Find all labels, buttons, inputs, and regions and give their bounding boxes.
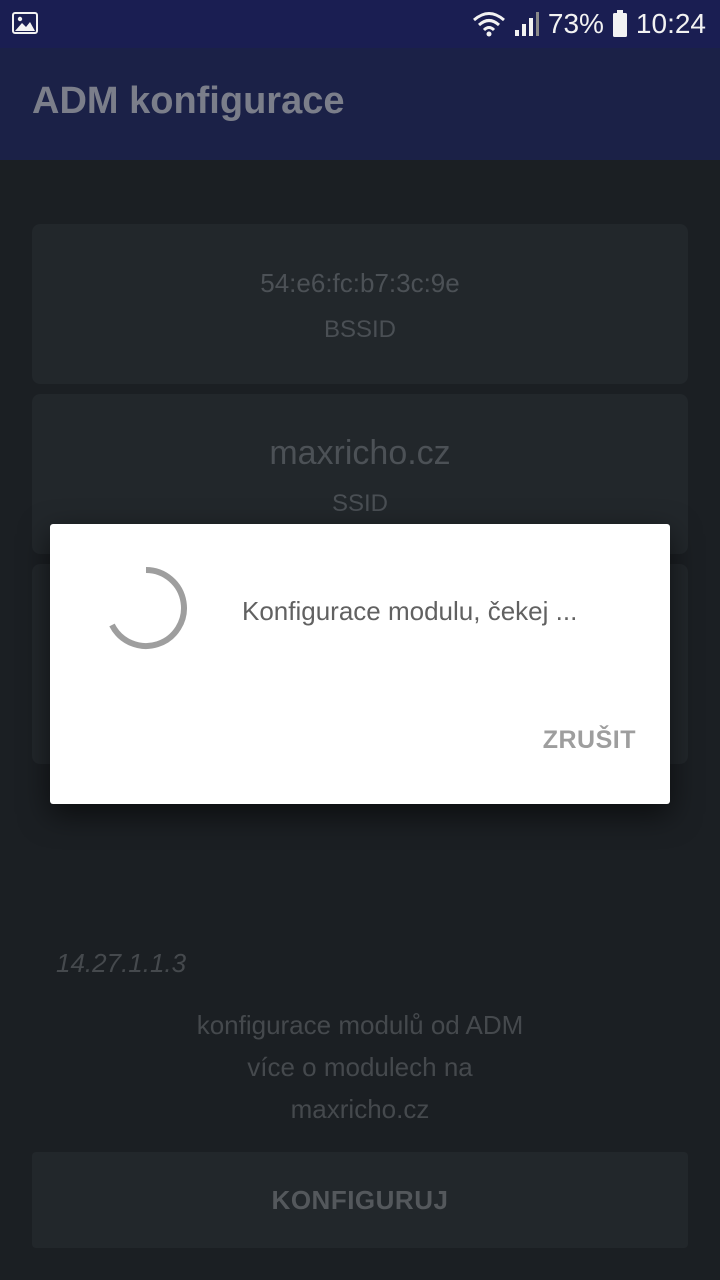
about-line[interactable]: maxricho.cz <box>0 1088 720 1130</box>
about-line: více o modulech na <box>247 1052 473 1082</box>
ssid-value: maxricho.cz <box>269 434 451 472</box>
app-bar: ADM konfigurace <box>0 48 720 160</box>
image-icon <box>12 12 38 34</box>
wifi-icon <box>472 12 505 37</box>
ssid-label: SSID <box>331 490 388 517</box>
version-text: 14.27.1.1.3 <box>56 948 187 978</box>
signal-icon <box>514 12 539 36</box>
about-text: konfigurace modulů od ADM více o modulec… <box>0 1004 720 1130</box>
battery-icon <box>612 10 627 37</box>
bssid-label: BSSID <box>323 316 397 343</box>
spinner-icon <box>109 567 187 649</box>
configure-button[interactable]: KONFIGURUJ <box>32 1152 688 1248</box>
bssid-value: 54:e6:fc:b7:3c:9e <box>260 268 460 298</box>
progress-dialog: Konfigurace modulu, čekej ... ZRUŠIT <box>50 524 670 804</box>
app-title: ADM konfigurace <box>32 80 345 122</box>
cancel-button[interactable]: ZRUŠIT <box>543 726 636 755</box>
battery-percent: 73% <box>547 8 604 39</box>
status-bar: 73% 10:24 <box>0 0 720 48</box>
status-right-group: 73% 10:24 <box>472 0 706 48</box>
dialog-message: Konfigurace modulu, čekej ... <box>242 596 578 626</box>
status-time: 10:24 <box>635 8 706 39</box>
about-line: konfigurace modulů od ADM <box>196 1010 524 1040</box>
bssid-card: 54:e6:fc:b7:3c:9e BSSID <box>32 224 688 384</box>
